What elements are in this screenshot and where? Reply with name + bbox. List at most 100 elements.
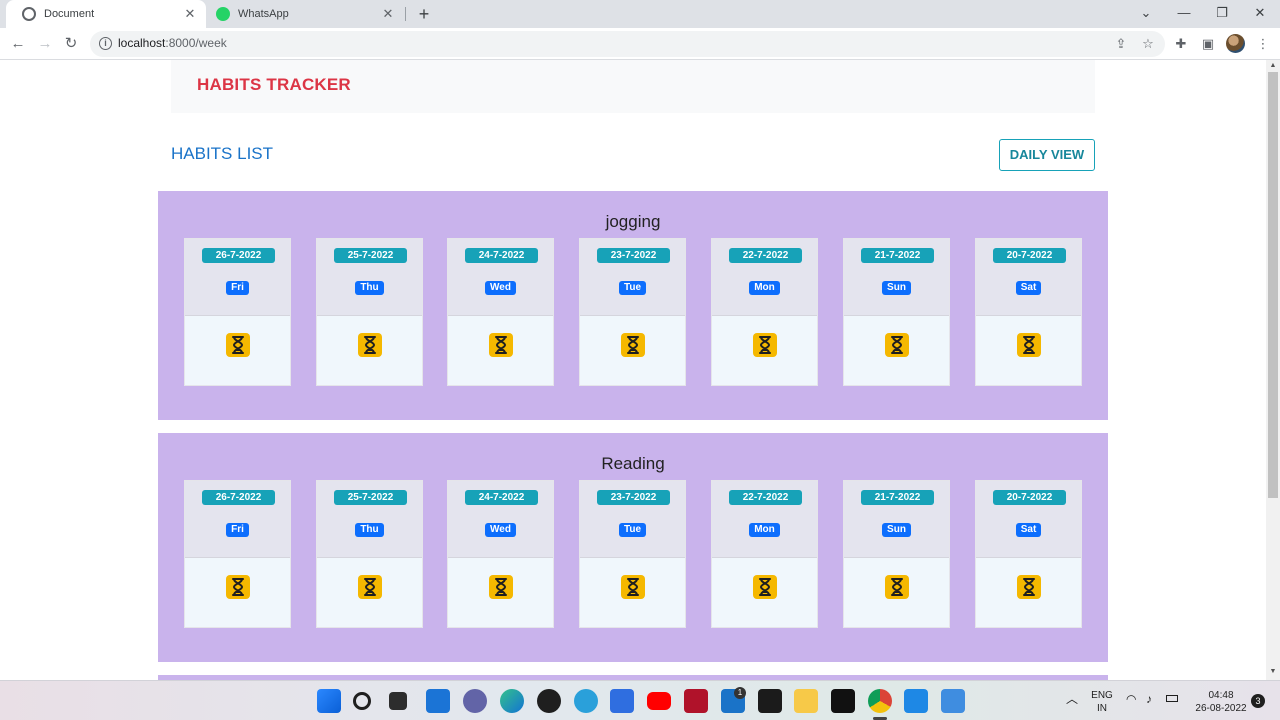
weekday-wrapper: Fri xyxy=(185,277,290,295)
hourglass-icon[interactable] xyxy=(621,575,645,599)
hourglass-glyph xyxy=(364,336,376,354)
hourglass-icon[interactable] xyxy=(621,333,645,357)
day-card-header: 25-7-2022 Thu xyxy=(317,481,422,558)
scroll-down-icon[interactable]: ▼ xyxy=(1269,668,1277,675)
new-tab-button[interactable]: + xyxy=(414,4,434,24)
tab-document[interactable]: Document ✕ xyxy=(6,0,206,28)
maximize-button[interactable]: ❐ xyxy=(1203,0,1241,28)
scrollbar-thumb[interactable] xyxy=(1268,72,1278,498)
day-card[interactable]: 25-7-2022 Thu xyxy=(316,480,423,628)
clock[interactable]: 04:48 26-08-2022 xyxy=(1190,689,1252,715)
daily-view-button[interactable]: DAILY VIEW xyxy=(999,139,1095,171)
close-tab-icon[interactable]: ✕ xyxy=(182,6,198,22)
address-bar[interactable]: i localhost:8000/week ⇪ ☆ xyxy=(90,31,1165,57)
weekday-badge: Mon xyxy=(749,523,780,537)
page-viewport: HABITS TRACKER HABITS LIST DAILY VIEW jo… xyxy=(0,60,1266,680)
weekday-wrapper: Mon xyxy=(712,519,817,537)
notepad-icon[interactable] xyxy=(941,689,965,713)
weekday-wrapper: Wed xyxy=(448,277,553,295)
day-card[interactable]: 26-7-2022 Fri xyxy=(184,480,291,628)
day-card[interactable]: 22-7-2022 Mon xyxy=(711,238,818,386)
forward-button[interactable]: → xyxy=(34,33,56,55)
date-badge: 20-7-2022 xyxy=(993,490,1066,505)
scroll-up-icon[interactable]: ▲ xyxy=(1269,62,1277,69)
day-card[interactable]: 24-7-2022 Wed xyxy=(447,238,554,386)
hourglass-icon[interactable] xyxy=(489,575,513,599)
youtube-icon[interactable] xyxy=(647,692,671,710)
more-menu-icon[interactable]: ⋮ xyxy=(1252,33,1274,55)
weekday-wrapper: Mon xyxy=(712,277,817,295)
weekday-wrapper: Sun xyxy=(844,519,949,537)
vscode-icon[interactable] xyxy=(904,689,928,713)
task-view-icon[interactable] xyxy=(389,692,407,710)
chrome-icon[interactable] xyxy=(868,689,892,713)
weekday-wrapper: Thu xyxy=(317,519,422,537)
lang-top: ENG xyxy=(1091,690,1113,701)
tab-whatsapp[interactable]: WhatsApp ✕ xyxy=(206,0,404,28)
show-hidden-icons[interactable]: ︿ xyxy=(1066,693,1078,706)
hourglass-glyph xyxy=(495,336,507,354)
day-card[interactable]: 21-7-2022 Sun xyxy=(843,480,950,628)
day-card[interactable]: 23-7-2022 Tue xyxy=(579,238,686,386)
day-card-header: 21-7-2022 Sun xyxy=(844,239,949,316)
minimize-button[interactable]: — xyxy=(1165,0,1203,28)
day-card[interactable]: 25-7-2022 Thu xyxy=(316,238,423,386)
hourglass-icon[interactable] xyxy=(358,575,382,599)
day-card-header: 26-7-2022 Fri xyxy=(185,239,290,316)
hourglass-icon[interactable] xyxy=(753,575,777,599)
terminal-app-icon[interactable] xyxy=(758,689,782,713)
day-card[interactable]: 23-7-2022 Tue xyxy=(579,480,686,628)
date-badge: 24-7-2022 xyxy=(465,248,538,263)
hourglass-icon[interactable] xyxy=(885,333,909,357)
day-card[interactable]: 22-7-2022 Mon xyxy=(711,480,818,628)
brand-title[interactable]: HABITS TRACKER xyxy=(197,75,351,95)
hourglass-icon[interactable] xyxy=(226,333,250,357)
windows-start-icon[interactable] xyxy=(317,689,341,713)
notification-badge[interactable]: 3 xyxy=(1251,694,1265,708)
day-card-header: 20-7-2022 Sat xyxy=(976,481,1081,558)
hourglass-icon[interactable] xyxy=(885,575,909,599)
tab-search-icon[interactable]: ⌄ xyxy=(1127,0,1165,28)
site-info-icon[interactable]: i xyxy=(99,37,112,50)
date-badge: 26-7-2022 xyxy=(202,490,275,505)
ide-icon[interactable] xyxy=(831,689,855,713)
share-icon[interactable]: ⇪ xyxy=(1112,35,1130,53)
hourglass-icon[interactable] xyxy=(753,333,777,357)
extensions-icon[interactable]: ✚ xyxy=(1170,33,1192,55)
day-card[interactable]: 24-7-2022 Wed xyxy=(447,480,554,628)
battery-icon[interactable] xyxy=(1166,695,1178,702)
hourglass-icon[interactable] xyxy=(1017,575,1041,599)
side-panel-icon[interactable]: ▣ xyxy=(1197,33,1219,55)
reload-button[interactable]: ↻ xyxy=(60,33,82,55)
hourglass-icon[interactable] xyxy=(226,575,250,599)
hourglass-icon[interactable] xyxy=(1017,333,1041,357)
wifi-icon[interactable]: ◠ xyxy=(1126,693,1136,706)
store-icon[interactable] xyxy=(610,689,634,713)
day-card[interactable]: 20-7-2022 Sat xyxy=(975,480,1082,628)
page-scrollbar[interactable]: ▲ ▼ xyxy=(1266,60,1280,680)
file-explorer-icon[interactable] xyxy=(794,689,818,713)
back-button[interactable]: ← xyxy=(7,33,29,55)
edge-icon[interactable] xyxy=(500,689,524,713)
widgets-icon[interactable] xyxy=(426,689,450,713)
telegram-icon[interactable] xyxy=(574,689,598,713)
day-card[interactable]: 21-7-2022 Sun xyxy=(843,238,950,386)
app-icon[interactable] xyxy=(684,689,708,713)
teams-chat-icon[interactable] xyxy=(463,689,487,713)
day-card[interactable]: 20-7-2022 Sat xyxy=(975,238,1082,386)
lang-bottom: IN xyxy=(1097,703,1107,714)
hourglass-icon[interactable] xyxy=(489,333,513,357)
weekday-wrapper: Tue xyxy=(580,519,685,537)
profile-avatar[interactable] xyxy=(1226,34,1245,53)
volume-icon[interactable]: ♪ xyxy=(1146,693,1152,706)
close-tab-icon[interactable]: ✕ xyxy=(380,6,396,22)
date-badge: 23-7-2022 xyxy=(597,490,670,505)
day-card-header: 22-7-2022 Mon xyxy=(712,239,817,316)
day-card[interactable]: 26-7-2022 Fri xyxy=(184,238,291,386)
hourglass-icon[interactable] xyxy=(358,333,382,357)
language-indicator[interactable]: ENG IN xyxy=(1090,689,1114,715)
close-window-button[interactable]: ✕ xyxy=(1241,0,1279,28)
xbox-icon[interactable] xyxy=(537,689,561,713)
search-icon[interactable] xyxy=(353,692,371,710)
bookmark-star-icon[interactable]: ☆ xyxy=(1139,35,1157,53)
